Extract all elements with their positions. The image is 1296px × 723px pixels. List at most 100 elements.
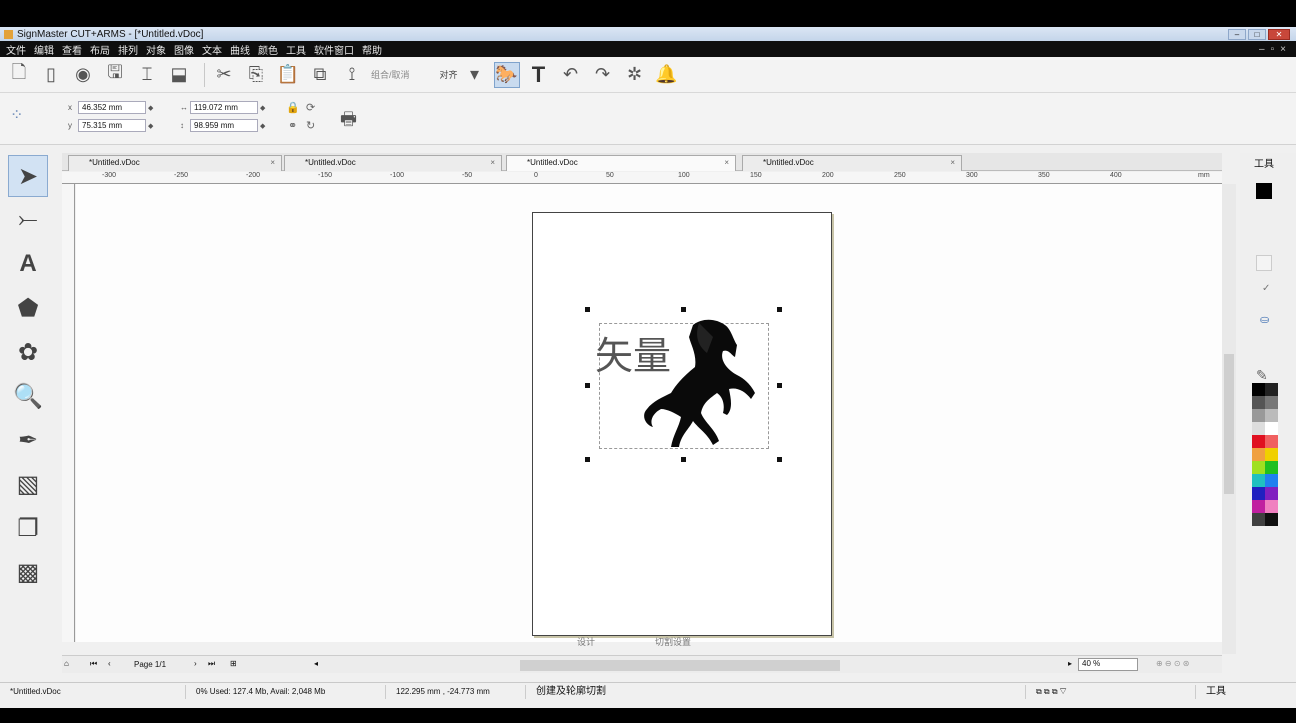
height-field[interactable]: ↕ 98.959 mm ◆: [180, 119, 268, 132]
close-button[interactable]: ✕: [1268, 28, 1290, 40]
palette-swatch[interactable]: [1265, 422, 1278, 435]
refresh-icon[interactable]: ↻: [306, 119, 315, 132]
copy-icon[interactable]: ⎘: [243, 62, 269, 88]
vertical-scrollbar[interactable]: [1222, 184, 1236, 654]
menu-view[interactable]: 查看: [62, 42, 82, 57]
weed-icon[interactable]: ⟟: [339, 62, 365, 88]
resize-handle[interactable]: [777, 307, 782, 312]
drawing-canvas[interactable]: 矢量 设计 切割设置: [76, 184, 1222, 647]
y-position-field[interactable]: y 75.315 mm ◆: [68, 119, 156, 132]
alert-bell-icon[interactable]: 🔔: [654, 62, 680, 88]
prev-page-icon[interactable]: ‹: [108, 659, 111, 668]
minimize-button[interactable]: –: [1228, 28, 1246, 40]
text-tool-icon[interactable]: A: [8, 243, 48, 285]
menu-color[interactable]: 颜色: [258, 42, 278, 57]
palette-swatch[interactable]: [1265, 409, 1278, 422]
printer-icon[interactable]: 🖶: [340, 107, 357, 137]
last-page-icon[interactable]: ⏭: [208, 659, 215, 669]
tab-document-1[interactable]: *Untitled.vDoc ×: [68, 155, 282, 171]
menu-tools[interactable]: 工具: [286, 42, 306, 57]
cut-settings-label[interactable]: 切割设置: [655, 635, 691, 648]
fill-color-swatch[interactable]: [1256, 183, 1272, 199]
palette-swatch[interactable]: [1265, 474, 1278, 487]
resize-handle[interactable]: [777, 457, 782, 462]
palette-swatch[interactable]: [1252, 396, 1265, 409]
page-layout-icon[interactable]: ⌂: [64, 659, 69, 668]
resize-handle[interactable]: [585, 307, 590, 312]
tab-document-4[interactable]: *Untitled.vDoc ×: [742, 155, 962, 171]
zoom-icon[interactable]: 🔍: [8, 375, 48, 417]
effects-icon[interactable]: ✲: [622, 62, 648, 88]
clipart-icon[interactable]: ✿: [8, 331, 48, 373]
status-tools-toggle[interactable]: 工具: [1196, 685, 1236, 699]
resize-handle[interactable]: [585, 457, 590, 462]
menu-text[interactable]: 文本: [202, 42, 222, 57]
palette-swatch[interactable]: [1252, 500, 1265, 513]
next-page-icon[interactable]: ›: [194, 659, 197, 668]
horizontal-scroll-thumb[interactable]: [520, 660, 840, 671]
fill-icon[interactable]: ▧: [8, 463, 48, 505]
palette-swatch[interactable]: [1265, 500, 1278, 513]
design-page[interactable]: 矢量 设计 切割设置: [532, 212, 832, 647]
anchor-grid-icon[interactable]: ⁘: [10, 105, 23, 125]
duplicate-icon[interactable]: ⧉: [307, 62, 333, 88]
scissors-icon[interactable]: ✂: [211, 62, 237, 88]
tool-icon[interactable]: ⬓: [166, 62, 192, 88]
menu-image[interactable]: 图像: [174, 42, 194, 57]
status-mode-icons[interactable]: ⧉ ⧉ ⧉ ▽: [1026, 684, 1196, 699]
link-icon[interactable]: ⚭: [288, 119, 297, 132]
menu-window[interactable]: 软件窗口: [314, 42, 354, 57]
color-picker-icon[interactable]: ✎: [1256, 367, 1268, 384]
menu-arrange[interactable]: 排列: [118, 42, 138, 57]
tab-document-3[interactable]: *Untitled.vDoc ×: [506, 155, 736, 171]
align-dropdown-icon[interactable]: ▾: [462, 62, 488, 88]
x-position-field[interactable]: x 46.352 mm ◆: [68, 101, 156, 114]
paste-icon[interactable]: 📋: [275, 62, 301, 88]
outline-color-swatch[interactable]: [1256, 255, 1272, 271]
save-icon[interactable]: 🖫: [102, 62, 128, 88]
palette-swatch[interactable]: [1252, 474, 1265, 487]
bucket-icon[interactable]: ⛀: [1260, 313, 1269, 326]
palette-swatch[interactable]: [1252, 383, 1265, 396]
shape-tool-icon[interactable]: ⬟: [8, 287, 48, 329]
palette-swatch[interactable]: [1265, 383, 1278, 396]
palette-swatch[interactable]: [1252, 487, 1265, 500]
resize-handle[interactable]: [681, 307, 686, 312]
eyedropper-icon[interactable]: ✓: [1262, 283, 1270, 294]
width-field[interactable]: ↔ 119.072 mm ◆: [180, 101, 268, 114]
redo-icon[interactable]: ↷: [590, 62, 616, 88]
palette-swatch[interactable]: [1265, 448, 1278, 461]
scroll-right-icon[interactable]: ▸: [1068, 659, 1072, 668]
resize-handle[interactable]: [681, 457, 686, 462]
scroll-left-icon[interactable]: ◂: [314, 659, 318, 668]
menu-layout[interactable]: 布局: [90, 42, 110, 57]
palette-swatch[interactable]: [1265, 461, 1278, 474]
vertical-scroll-thumb[interactable]: [1224, 354, 1234, 494]
pen-icon[interactable]: ✒: [8, 419, 48, 461]
menu-edit[interactable]: 编辑: [34, 42, 54, 57]
maximize-button[interactable]: □: [1248, 28, 1266, 40]
zoom-select[interactable]: 40 %: [1078, 658, 1138, 671]
select-tool-icon[interactable]: ➤: [8, 155, 48, 197]
palette-swatch[interactable]: [1252, 461, 1265, 474]
add-page-icon[interactable]: ⊞: [230, 659, 237, 668]
cut-plot-icon[interactable]: ⌶: [134, 62, 160, 88]
shadow-icon[interactable]: ❐: [8, 507, 48, 549]
rotate-icon[interactable]: ⟳: [306, 101, 315, 114]
image-icon[interactable]: ▩: [8, 551, 48, 593]
trace-icon[interactable]: 🐎: [493, 61, 520, 88]
palette-swatch[interactable]: [1252, 448, 1265, 461]
palette-swatch[interactable]: [1252, 435, 1265, 448]
palette-swatch[interactable]: [1265, 435, 1278, 448]
node-edit-icon[interactable]: ⤚: [8, 199, 48, 241]
output-icon[interactable]: ◉: [70, 62, 96, 88]
horse-graphic[interactable]: [619, 317, 769, 451]
tab-document-2[interactable]: *Untitled.vDoc ×: [284, 155, 502, 171]
palette-swatch[interactable]: [1252, 422, 1265, 435]
palette-swatch[interactable]: [1252, 513, 1265, 526]
tools-panel-title[interactable]: 工具: [1254, 155, 1274, 170]
menu-curve[interactable]: 曲线: [230, 42, 250, 57]
menu-help[interactable]: 帮助: [362, 42, 382, 57]
menu-object[interactable]: 对象: [146, 42, 166, 57]
zoom-controls-icon[interactable]: ⊕ ⊖ ⊙ ⊛: [1156, 659, 1189, 668]
